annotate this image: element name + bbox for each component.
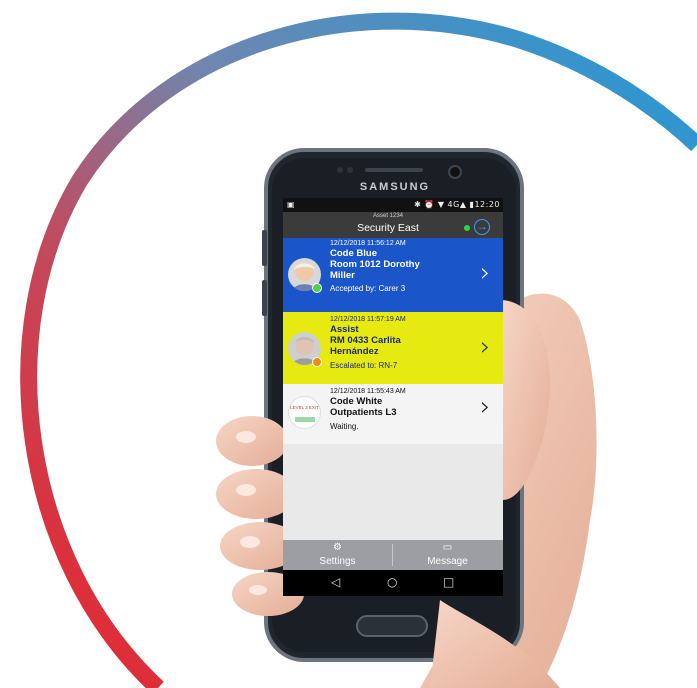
alert-status: Waiting. [330,422,359,431]
alert-time: 12/12/2018 11:55:43 AM [330,388,406,395]
alert-status: Escalated to: RN-7 [330,361,398,370]
alert-title: Assist [330,324,359,335]
alert-item-code-white[interactable]: LEVEL 3 EXIT 12/12/2018 11:55:43 AM Code… [283,384,503,444]
alert-title: Code White [330,396,383,407]
alert-status: Accepted by: Carer 3 [330,284,406,293]
alert-location: Room 1012 Dorothy [330,259,420,270]
alert-location: Outpatients L3 [330,407,397,418]
status-bar: ▣ ✱ ⏰ ▼ 4G▲ ▮12:20 [283,198,503,212]
alert-item-assist[interactable]: 12/12/2018 11:57:19 AM Assist RM 0433 Ca… [283,312,503,384]
page-title: Security East [357,222,419,234]
asset-label: Asset 1234 [372,213,404,219]
alert-time: 12/12/2018 11:56:12 AM [330,240,406,247]
tab-label: Message [427,556,468,567]
image-notification-icon: ▣ [287,200,295,209]
android-nav-bar: ◁ ○ □ [283,570,503,596]
bottom-tab-bar: ⚙ Settings ▭ Message [283,540,503,570]
alert-title: Code Blue [330,248,377,259]
online-status-dot [464,225,470,231]
tab-message[interactable]: ▭ Message [393,540,502,570]
home-icon[interactable]: ○ [387,575,397,589]
alert-location: RM 0433 Carlita [330,335,401,346]
recents-icon[interactable]: □ [443,575,454,589]
alert-location-cont: Hernández [330,346,379,357]
gears-icon: ⚙ [333,542,342,553]
chevron-right-icon: › [480,332,491,362]
brand-logo: SAMSUNG [359,181,431,193]
alert-time: 12/12/2018 11:57:19 AM [330,316,406,323]
status-icons: ✱ ⏰ ▼ 4G▲ ▮12:20 [414,200,500,209]
home-button [356,615,428,637]
alert-location-cont: Miller [330,270,355,281]
app-bar: Asset 1234 Security East → [283,212,503,238]
chevron-right-icon: › [480,258,491,288]
tab-label: Settings [319,556,356,567]
chat-icon: ▭ [442,542,453,553]
stage: SAMSUNG ▣ ✱ ⏰ ▼ 4G▲ ▮12:20 Asset 1234 Se… [0,0,697,688]
status-dot [312,283,322,293]
thumbnail-text: LEVEL 3 EXIT [290,405,319,410]
alert-item-code-blue[interactable]: 12/12/2018 11:56:12 AM Code Blue Room 10… [283,238,503,312]
tab-settings[interactable]: ⚙ Settings [283,540,392,570]
status-dot [312,357,322,367]
exit-sign-thumbnail: LEVEL 3 EXIT [288,396,321,429]
phone-screen: ▣ ✱ ⏰ ▼ 4G▲ ▮12:20 Asset 1234 Security E… [283,198,503,596]
chevron-right-icon: › [480,392,491,422]
front-camera [448,165,462,179]
earpiece [365,168,423,172]
arrow-right-icon[interactable]: → [474,219,490,235]
back-icon[interactable]: ◁ [331,575,340,589]
